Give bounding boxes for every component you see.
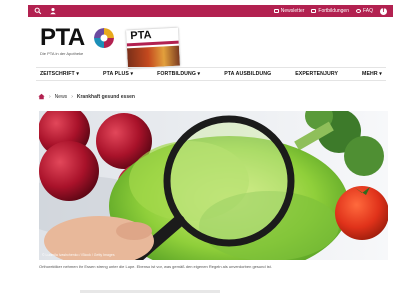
magazine-cover[interactable]: PTA [126, 27, 180, 69]
main-nav: ZEITSCHRIFT ▾ PTA PLUS ▾ FORTBILDUNG ▾ P… [36, 67, 386, 81]
breadcrumb-separator: › [49, 93, 51, 100]
breadcrumb-current: Krankhaft gesund essen [76, 93, 135, 100]
nav-pta-ausbildung[interactable]: PTA AUSBILDUNG [224, 71, 271, 77]
faq-label: FAQ [362, 8, 373, 14]
nav-expertenjury[interactable]: EXPERTENJURY [295, 71, 338, 77]
top-bar-left [34, 7, 57, 15]
hero-image: © Ludmila Ivashchenko / iStock / Getty I… [39, 111, 388, 260]
search-icon[interactable] [34, 7, 42, 15]
facebook-icon[interactable]: f [380, 7, 387, 15]
nav-pta-plus[interactable]: PTA PLUS ▾ [103, 71, 133, 77]
magazine-image [126, 45, 180, 69]
image-caption: Orthorektiker nehmen ihr Essen streng un… [39, 264, 272, 269]
logo-subtitle: Die PTA in der Apotheke [40, 51, 84, 56]
newsletter-link[interactable]: Newsletter [273, 8, 305, 14]
faq-icon [355, 9, 361, 13]
fortbildungen-label: Fortbildungen [318, 8, 349, 14]
breadcrumb-news[interactable]: News [55, 94, 68, 100]
faq-link[interactable]: FAQ [355, 8, 373, 14]
home-icon[interactable] [38, 93, 45, 100]
top-bar-right: Newsletter Fortbildungen FAQ f [273, 7, 387, 15]
nav-zeitschrift[interactable]: ZEITSCHRIFT ▾ [40, 71, 79, 77]
logo-mark-icon [94, 28, 114, 48]
breadcrumb-separator: › [71, 93, 73, 100]
hero-illustration [39, 111, 388, 260]
breadcrumb: › News › Krankhaft gesund essen [38, 93, 135, 100]
newsletter-icon [273, 9, 279, 13]
content-divider [80, 290, 220, 293]
user-icon[interactable] [49, 7, 57, 15]
fortbildungen-link[interactable]: Fortbildungen [311, 8, 349, 14]
newsletter-label: Newsletter [280, 8, 305, 14]
top-bar: Newsletter Fortbildungen FAQ f [28, 5, 393, 17]
image-credit: © Ludmila Ivashchenko / iStock / Getty I… [42, 253, 115, 257]
fortbildungen-icon [311, 9, 317, 13]
nav-mehr[interactable]: MEHR ▾ [362, 71, 382, 77]
site-logo[interactable]: PTA Die PTA in der Apotheke [40, 26, 120, 56]
nav-fortbildung[interactable]: FORTBILDUNG ▾ [157, 71, 200, 77]
